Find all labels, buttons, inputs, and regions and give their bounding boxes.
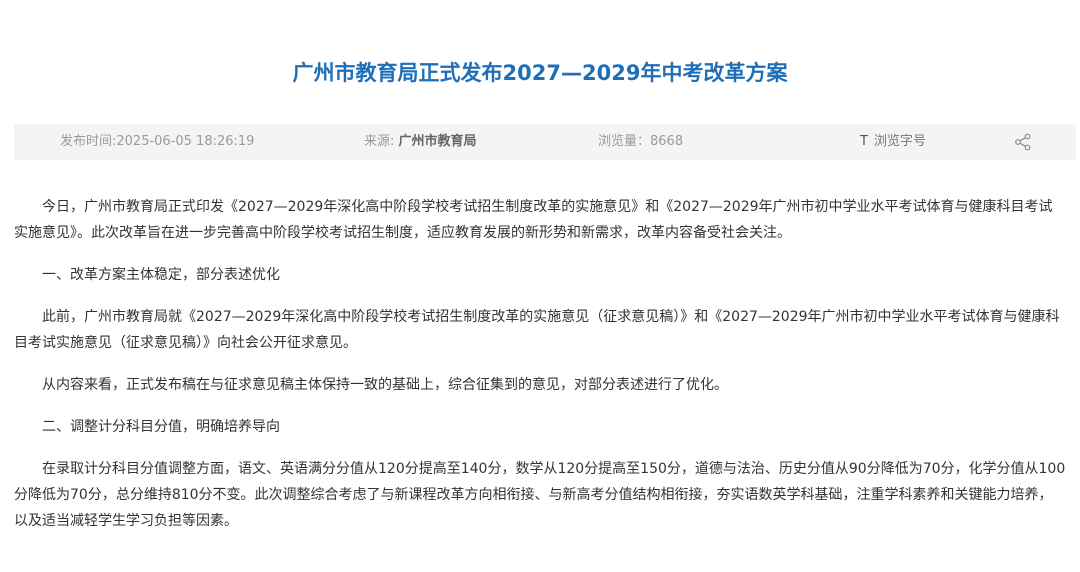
share-icon[interactable]: [1014, 133, 1032, 151]
article-source: 来源: 广州市教育局: [364, 124, 477, 160]
paragraph-score-adjustment: 在录取计分科目分值调整方面，语文、英语满分分值从120分提高至140分，数学从1…: [14, 461, 1066, 529]
font-size-button[interactable]: T 浏览字号: [860, 124, 926, 160]
article-body: 今日，广州市教育局正式印发《2027—2029年深化高中阶段学校考试招生制度改革…: [14, 194, 1066, 550]
source-label: 来源:: [364, 134, 399, 149]
paragraph-consultation: 此前，广州市教育局就《2027—2029年深化高中阶段学校考试招生制度改革的实施…: [14, 309, 1060, 351]
paragraph-intro: 今日，广州市教育局正式印发《2027—2029年深化高中阶段学校考试招生制度改革…: [14, 199, 1053, 241]
view-count: 浏览量：8668: [598, 134, 684, 149]
publish-time: 发布时间:2025-06-05 18:26:19: [60, 134, 255, 149]
source-name: 广州市教育局: [398, 134, 477, 149]
paragraph-optimization: 从内容来看，正式发布稿在与征求意见稿主体保持一致的基础上，综合征集到的意见，对部…: [42, 377, 728, 393]
article-title: 广州市教育局正式发布2027—2029年中考改革方案: [292, 61, 788, 85]
font-size-label: 浏览字号: [873, 134, 926, 149]
font-size-icon: T: [860, 134, 868, 149]
section-heading-2: 二、调整计分科目分值，明确培养导向: [42, 419, 280, 435]
section-heading-1: 一、改革方案主体稳定，部分表述优化: [42, 267, 280, 283]
article-meta-bar: 发布时间:2025-06-05 18:26:19 来源: 广州市教育局 浏览量：…: [14, 124, 1076, 160]
article-page: 广州市教育局正式发布2027—2029年中考改革方案 发布时间:2025-06-…: [0, 0, 1080, 572]
